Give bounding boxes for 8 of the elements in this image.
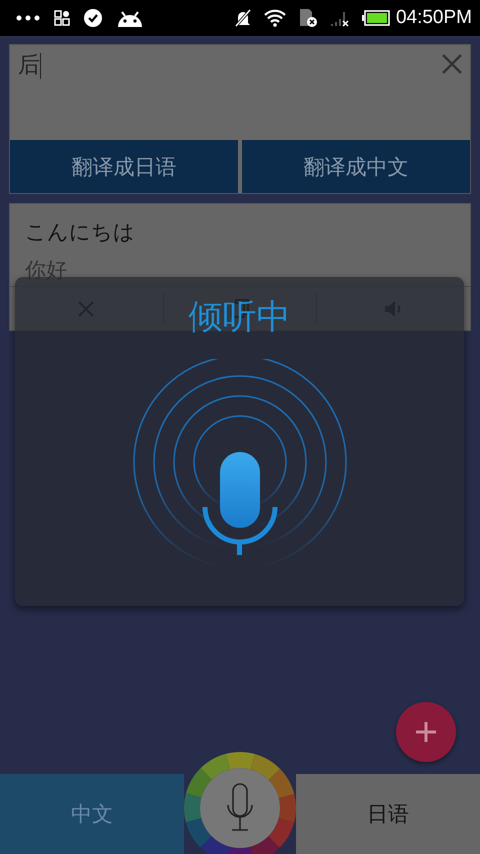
clock: 04:50PM: [396, 7, 472, 29]
language-tab[interactable]: 日语: [296, 774, 480, 854]
dialog-title: 倾听中: [188, 296, 290, 339]
translate-button[interactable]: 翻译成中文: [242, 140, 470, 193]
translate-button[interactable]: 翻译成日语: [10, 140, 238, 193]
language-tab[interactable]: 中文: [0, 774, 184, 854]
input-field[interactable]: 后: [10, 45, 470, 140]
source-text: こんにちは: [24, 219, 136, 246]
